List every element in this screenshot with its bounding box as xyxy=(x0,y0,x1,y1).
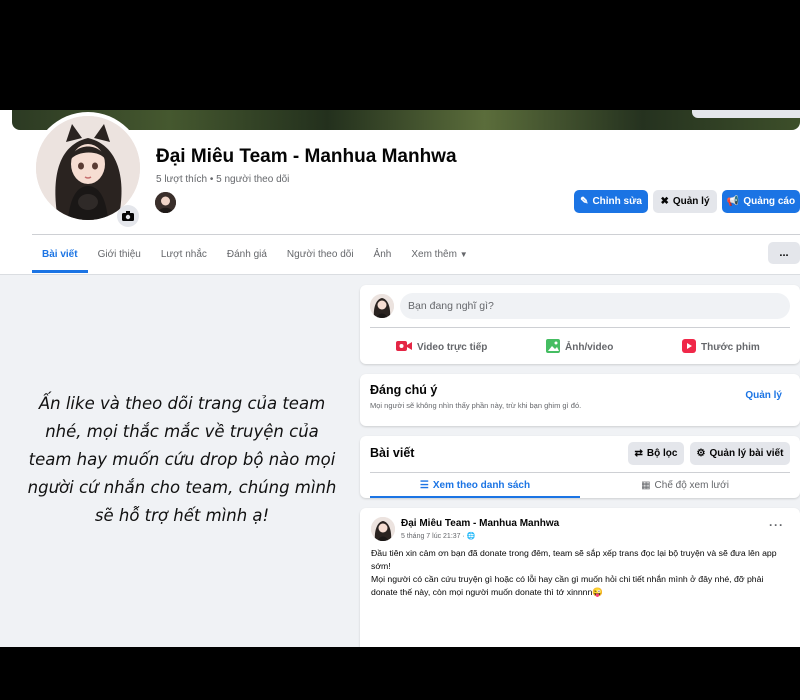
reel-icon xyxy=(682,338,696,356)
tab-mentions[interactable]: Lượt nhắc xyxy=(151,235,217,273)
post-text: Đầu tiên xin cảm ơn bạn đã donate trong … xyxy=(371,548,777,597)
photo-icon xyxy=(546,338,560,356)
featured-subtitle: Mọi người sẽ không nhìn thấy phần này, t… xyxy=(370,401,582,410)
post-timestamp[interactable]: 5 tháng 7 lúc 21:37 · 🌐 xyxy=(401,532,475,540)
manage-posts-button[interactable]: ⚙ Quản lý bài viết xyxy=(690,442,790,465)
list-icon: ☰ xyxy=(419,480,429,491)
live-video-icon xyxy=(396,340,412,355)
edit-page-button[interactable]: ✎ Chỉnh sửa xyxy=(574,190,648,213)
filter-icon: ⇄ xyxy=(634,448,643,459)
featured-manage-link[interactable]: Quản lý xyxy=(745,390,782,401)
facebook-page-screen: Đại Miêu Team - Manhua Manhwa 5 lượt thí… xyxy=(0,110,800,647)
featured-section: Đáng chú ý Mọi người sẽ không nhìn thấy … xyxy=(360,374,800,426)
edit-cover-button[interactable] xyxy=(692,110,800,118)
pencil-icon: ✎ xyxy=(580,196,589,207)
promote-button[interactable]: 📢 Quảng cáo xyxy=(722,190,800,213)
grid-view-tab[interactable]: ▦ Chế độ xem lưới xyxy=(580,473,790,498)
feed-area: Ấn like và theo dõi trang của team nhé, … xyxy=(0,274,800,647)
post-composer: Bạn đang nghĩ gì? Video trực tiếp Ảnh/vi… xyxy=(360,285,800,364)
caret-down-icon: ▼ xyxy=(459,249,468,259)
megaphone-icon: 📢 xyxy=(726,196,740,207)
follower-avatar[interactable] xyxy=(155,192,176,213)
featured-title: Đáng chú ý xyxy=(370,383,438,397)
composer-input[interactable]: Bạn đang nghĩ gì? xyxy=(400,293,790,319)
reel-button[interactable]: Thước phim xyxy=(682,335,760,359)
tab-photos[interactable]: Ảnh xyxy=(364,235,402,273)
post-author-name[interactable]: Đại Miêu Team - Manhua Manhwa xyxy=(401,518,559,529)
tab-posts[interactable]: Bài viết xyxy=(32,235,88,273)
post-options-button[interactable]: ··· xyxy=(769,518,784,532)
grid-icon: ▦ xyxy=(641,480,651,491)
page-stats[interactable]: 5 lượt thích • 5 người theo dõi xyxy=(156,174,289,185)
posts-header: Bài viết ⇄ Bộ lọc ⚙ Quản lý bài viết ☰ X… xyxy=(360,436,800,498)
tools-icon: ✖ xyxy=(660,196,669,207)
list-view-tab[interactable]: ☰ Xem theo danh sách xyxy=(370,473,580,498)
overlay-caption: Ấn like và theo dõi trang của team nhé, … xyxy=(27,394,337,525)
composer-divider xyxy=(370,327,790,328)
manage-page-button[interactable]: ✖ Quản lý xyxy=(653,190,717,213)
post-card: Đại Miêu Team - Manhua Manhwa 5 tháng 7 … xyxy=(360,508,800,647)
tab-about[interactable]: Giới thiệu xyxy=(88,235,151,273)
page-title: Đại Miêu Team - Manhua Manhwa xyxy=(156,146,457,167)
post-author-avatar[interactable] xyxy=(371,517,395,541)
live-video-button[interactable]: Video trực tiếp xyxy=(396,335,487,359)
posts-title: Bài viết xyxy=(370,446,415,460)
page-tabs: Bài viết Giới thiệu Lượt nhắc Đánh giá N… xyxy=(32,235,478,273)
composer-avatar[interactable] xyxy=(370,294,394,318)
cover-photo xyxy=(12,110,800,130)
tab-reviews[interactable]: Đánh giá xyxy=(217,235,277,273)
photo-video-button[interactable]: Ảnh/video xyxy=(546,335,613,359)
more-options-button[interactable]: ... xyxy=(768,242,800,264)
tab-more[interactable]: Xem thêm ▼ xyxy=(401,235,477,273)
filter-button[interactable]: ⇄ Bộ lọc xyxy=(628,442,684,465)
gear-icon: ⚙ xyxy=(696,448,706,459)
tab-followers[interactable]: Người theo dõi xyxy=(277,235,364,273)
camera-icon[interactable] xyxy=(117,205,139,227)
